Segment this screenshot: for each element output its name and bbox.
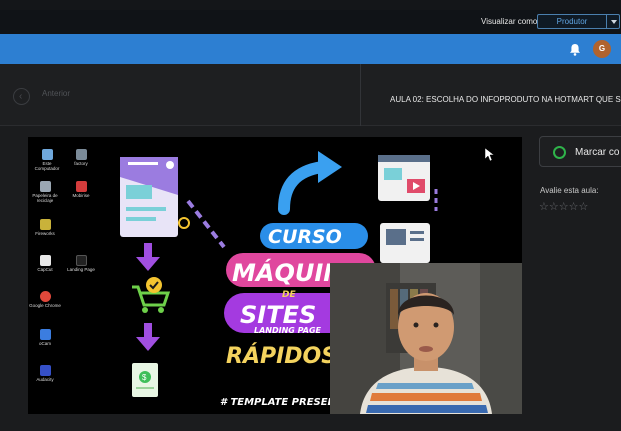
bell-icon[interactable] (569, 43, 581, 56)
star-icon[interactable]: ☆ (559, 201, 569, 213)
mark-complete-button[interactable]: Marcar co (539, 136, 621, 167)
video-page-icon (378, 155, 438, 211)
top-bar: Visualizar como Produtor (0, 10, 621, 34)
previous-button[interactable]: ‹ (13, 88, 30, 105)
lesson-title: AULA 02: ESCOLHA DO INFOPRODUTO NA HOTMA… (390, 95, 621, 104)
avatar[interactable]: G (593, 40, 611, 58)
course-word-curso: CURSO (268, 226, 342, 248)
view-as-value: Produtor (556, 17, 588, 26)
course-word-rapidos: RÁPIDOS (226, 343, 337, 369)
select-divider (606, 15, 607, 28)
mark-complete-label: Marcar co (575, 147, 620, 158)
video-player[interactable]: Este Computador Papeleira de reciclaje F… (28, 137, 522, 414)
header-bar: G (0, 34, 621, 64)
chevron-down-icon[interactable] (611, 20, 617, 24)
course-word-sites: SITES (240, 301, 316, 329)
lesson-navigation: ‹ Anterior AULA 02: ESCOLHA DO INFOPRODU… (0, 64, 621, 126)
webcam-overlay (330, 263, 522, 414)
course-footer-text: # TEMPLATE PRESELL (220, 397, 340, 408)
view-as-label: Visualizar como (481, 17, 538, 26)
presenter-image (330, 263, 522, 414)
star-icon[interactable]: ☆ (579, 201, 589, 213)
star-icon[interactable]: ☆ (569, 201, 579, 213)
course-word-landing-page: LANDING PAGE (254, 326, 322, 335)
view-as-select[interactable]: Produtor (537, 14, 620, 29)
web-mockup-icon (120, 157, 190, 237)
previous-label[interactable]: Anterior (42, 89, 70, 98)
star-icon[interactable]: ☆ (539, 201, 549, 213)
course-word-de: DE (282, 290, 296, 300)
nav-divider (360, 64, 361, 126)
chevron-left-icon: ‹ (19, 91, 23, 102)
receipt-icon: $ (132, 363, 158, 397)
shopping-cart-icon (132, 277, 171, 313)
image-page-icon (380, 223, 430, 263)
rate-lesson-label: Avalie esta aula: (540, 186, 599, 195)
window-top-strip (0, 0, 621, 10)
checkbox-circle-icon (553, 146, 566, 159)
mouse-cursor-icon (485, 148, 495, 162)
arrow-down-icon (136, 243, 160, 351)
curved-arrow-icon (278, 151, 342, 215)
star-icon[interactable]: ☆ (549, 201, 559, 213)
svg-text:$: $ (142, 373, 147, 382)
rating-stars[interactable]: ☆☆☆☆☆ (539, 200, 588, 213)
